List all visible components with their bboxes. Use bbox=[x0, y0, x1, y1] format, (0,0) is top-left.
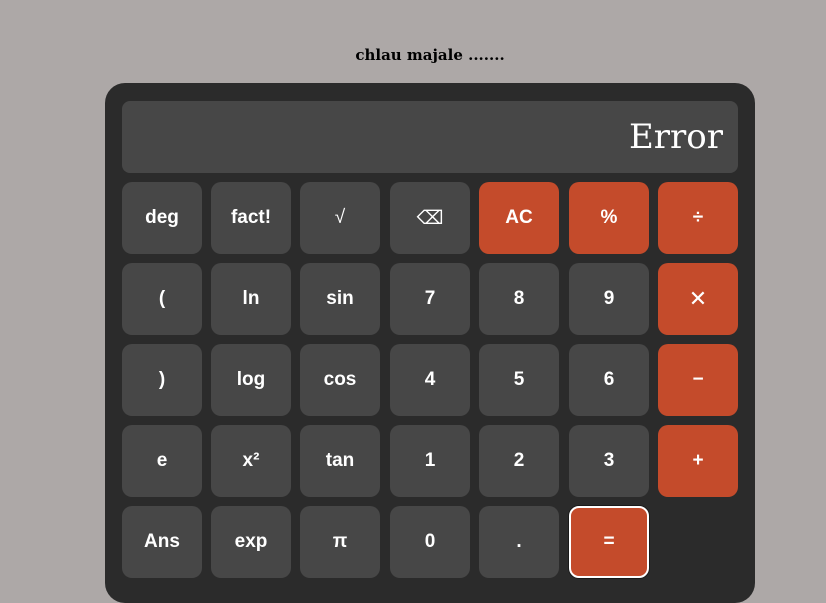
left-paren-button[interactable]: ( bbox=[122, 263, 202, 335]
digit-2-button[interactable]: 2 bbox=[479, 425, 559, 497]
plus-button[interactable]: + bbox=[658, 425, 738, 497]
backspace-button[interactable]: ⌫ bbox=[390, 182, 470, 254]
right-paren-button[interactable]: ) bbox=[122, 344, 202, 416]
log-button[interactable]: log bbox=[211, 344, 291, 416]
digit-6-button[interactable]: 6 bbox=[569, 344, 649, 416]
calculator-display: Error bbox=[122, 101, 738, 173]
pi-button[interactable]: π bbox=[300, 506, 380, 578]
tan-button[interactable]: tan bbox=[300, 425, 380, 497]
square-root-button[interactable]: √ bbox=[300, 182, 380, 254]
all-clear-button[interactable]: AC bbox=[479, 182, 559, 254]
divide-button[interactable]: ÷ bbox=[658, 182, 738, 254]
digit-0-button[interactable]: 0 bbox=[390, 506, 470, 578]
decimal-point-button[interactable]: . bbox=[479, 506, 559, 578]
digit-1-button[interactable]: 1 bbox=[390, 425, 470, 497]
square-button[interactable]: x² bbox=[211, 425, 291, 497]
calculator: Error deg fact! √ ⌫ AC % ÷ ( ln sin 7 8 … bbox=[105, 83, 755, 603]
deg-button[interactable]: deg bbox=[122, 182, 202, 254]
euler-button[interactable]: e bbox=[122, 425, 202, 497]
exp-button[interactable]: exp bbox=[211, 506, 291, 578]
display-value: Error bbox=[628, 117, 723, 157]
digit-3-button[interactable]: 3 bbox=[569, 425, 649, 497]
digit-5-button[interactable]: 5 bbox=[479, 344, 559, 416]
digit-8-button[interactable]: 8 bbox=[479, 263, 559, 335]
ln-button[interactable]: ln bbox=[211, 263, 291, 335]
factorial-button[interactable]: fact! bbox=[211, 182, 291, 254]
sin-button[interactable]: sin bbox=[300, 263, 380, 335]
equals-button[interactable]: = bbox=[569, 506, 649, 578]
digit-7-button[interactable]: 7 bbox=[390, 263, 470, 335]
cos-button[interactable]: cos bbox=[300, 344, 380, 416]
minus-button[interactable]: − bbox=[658, 344, 738, 416]
percent-button[interactable]: % bbox=[569, 182, 649, 254]
multiply-button[interactable]: ✕ bbox=[658, 263, 738, 335]
page-heading: chlau majale ....... bbox=[355, 46, 505, 64]
ans-button[interactable]: Ans bbox=[122, 506, 202, 578]
digit-9-button[interactable]: 9 bbox=[569, 263, 649, 335]
digit-4-button[interactable]: 4 bbox=[390, 344, 470, 416]
